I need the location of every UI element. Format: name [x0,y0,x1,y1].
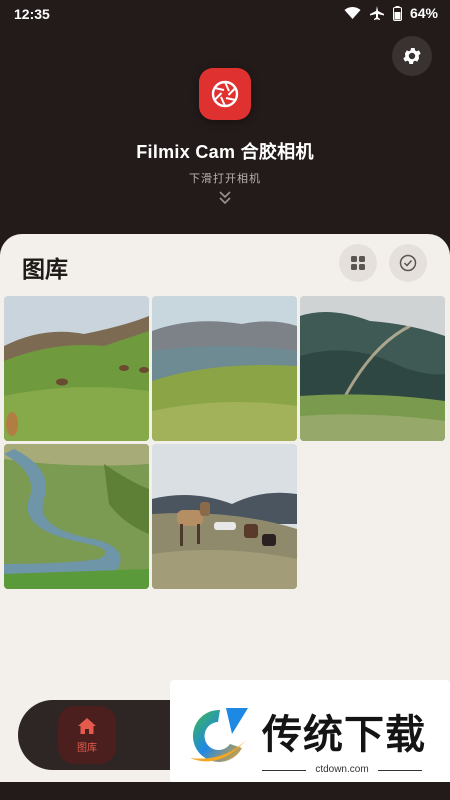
photo-horses-hill[interactable] [152,444,297,589]
camera-aperture-icon [211,80,239,108]
nav-gallery-tab[interactable]: 图库 [58,706,116,764]
photo-mountain-rainbow[interactable] [300,296,445,441]
check-circle-icon [399,254,417,272]
home-icon [78,717,96,734]
wifi-icon [344,6,361,20]
site-logo-icon [190,708,248,762]
grid-icon [351,256,365,270]
photo-river-valley[interactable] [4,444,149,589]
watermark-divider-right [378,770,422,771]
status-bar: 12:35 64% [0,0,450,28]
nav-gallery-label: 图库 [77,742,97,754]
gallery-title: 图库 [22,256,68,282]
swipe-hint: 下滑打开相机 [189,173,261,185]
app-title: Filmix Cam 合胶相机 [136,142,314,162]
double-chevron-down-icon[interactable] [218,190,232,206]
status-icons: 64% [344,5,438,21]
photo-valley-grassland[interactable] [152,296,297,441]
airplane-icon [369,6,384,20]
select-button[interactable] [389,244,427,282]
site-watermark: 传统下载 ctdown.com [170,680,450,785]
watermark-brand: 传统下载 [262,712,426,758]
gear-icon [403,48,421,64]
status-time: 12:35 [14,6,50,22]
photo-hillside-deer[interactable] [4,296,149,441]
grid-view-button[interactable] [339,244,377,282]
settings-button[interactable] [392,36,432,76]
app-logo [199,68,251,120]
battery-level: 64% [409,5,438,21]
system-nav-area [0,782,450,800]
battery-icon [392,5,402,21]
